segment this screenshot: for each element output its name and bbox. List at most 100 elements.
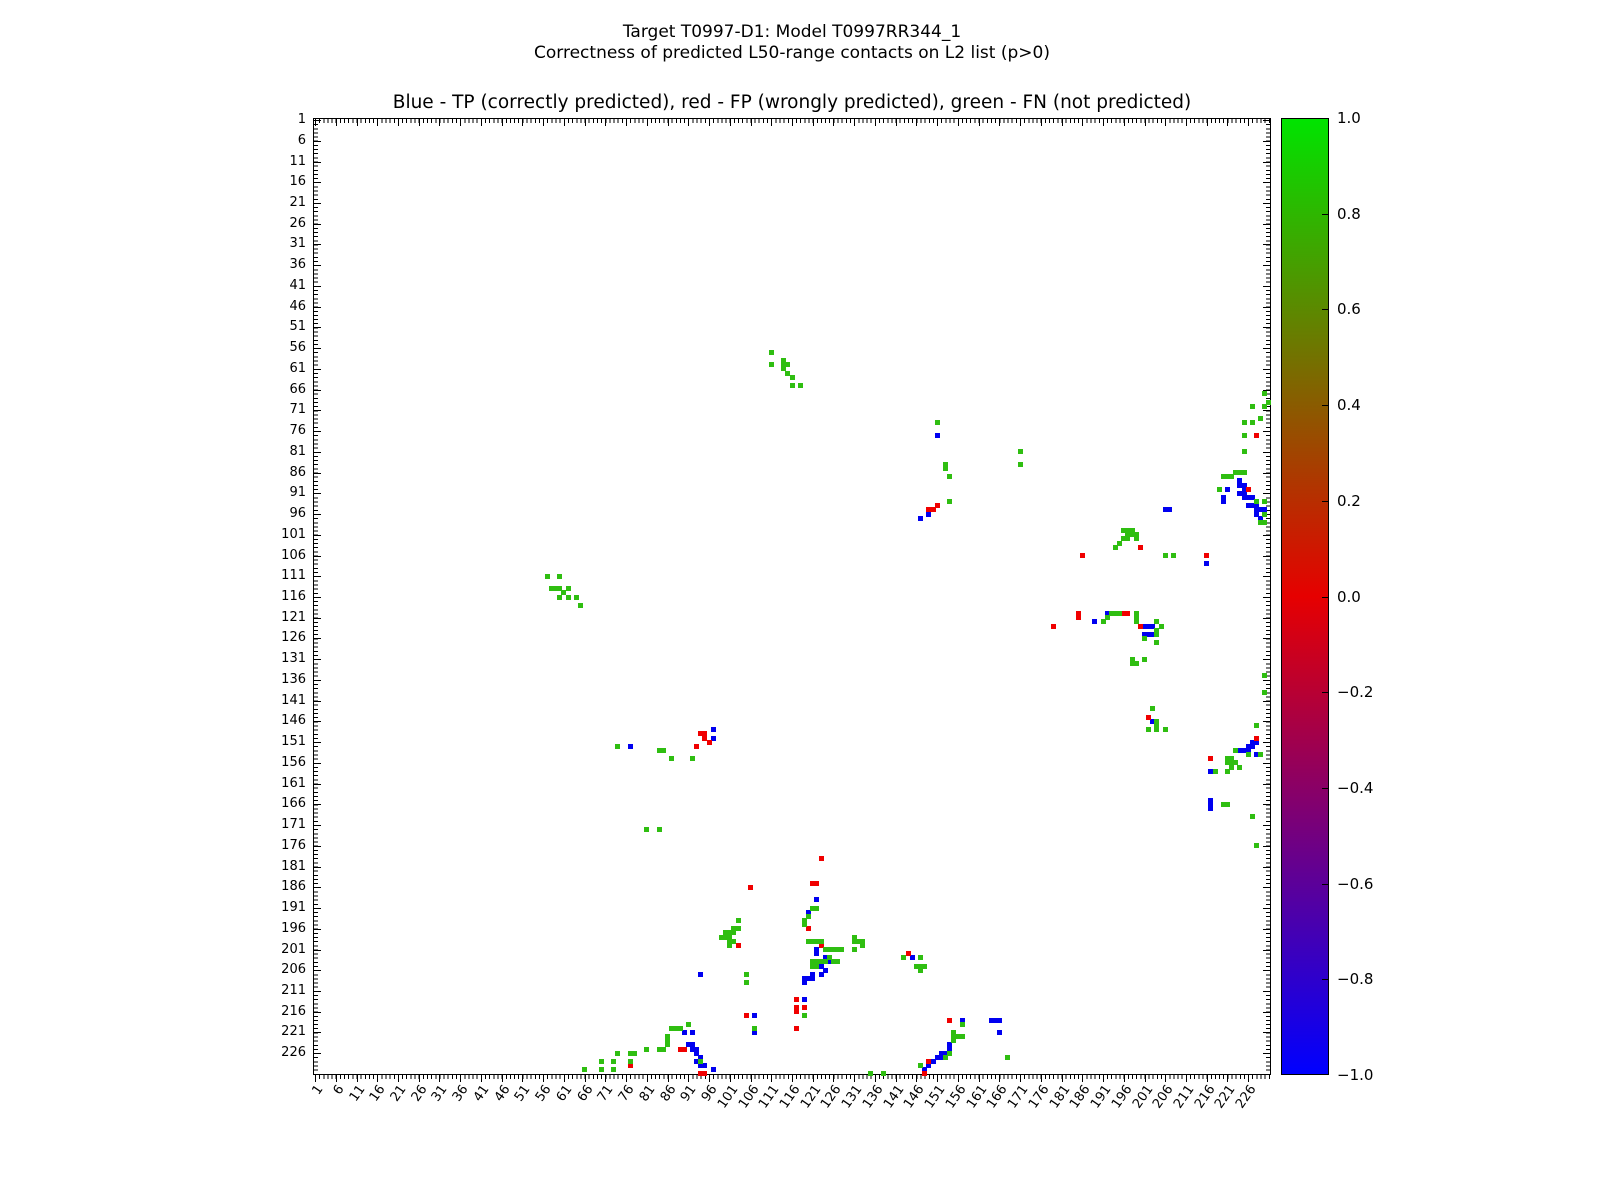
- axis-major-tick: [314, 887, 321, 888]
- axis-major-tick: [336, 1075, 337, 1082]
- contact-point: [1080, 553, 1085, 558]
- y-tick-label: 136: [258, 673, 306, 687]
- axis-major-tick: [937, 1075, 938, 1082]
- contact-point: [1262, 391, 1267, 396]
- contact-point: [943, 1055, 948, 1060]
- axis-major-tick: [1041, 1075, 1042, 1082]
- contact-point: [1254, 723, 1259, 728]
- contact-point: [1154, 632, 1159, 637]
- axis-major-tick: [792, 119, 793, 126]
- contact-point: [1221, 499, 1226, 504]
- axis-major-tick: [1263, 327, 1270, 328]
- colorbar-tick-label: −1.0: [1337, 1067, 1397, 1083]
- y-tick-label: 31: [258, 237, 306, 251]
- contact-point: [1117, 611, 1122, 616]
- axis-major-tick: [1145, 1075, 1146, 1082]
- axis-major-tick: [1020, 119, 1021, 126]
- contact-point: [997, 1030, 1002, 1035]
- contact-point: [1163, 727, 1168, 732]
- axis-major-tick: [1263, 887, 1270, 888]
- contact-point: [632, 1051, 637, 1056]
- y-tick-label: 181: [258, 860, 306, 874]
- axis-major-tick: [314, 1053, 321, 1054]
- contact-point: [615, 1051, 620, 1056]
- contact-point: [814, 951, 819, 956]
- axis-major-tick: [1263, 1053, 1270, 1054]
- contact-point: [1229, 474, 1234, 479]
- axis-major-tick: [502, 1075, 503, 1082]
- contact-point: [785, 362, 790, 367]
- axis-major-tick: [771, 1075, 772, 1082]
- contact-point: [1237, 765, 1242, 770]
- axis-major-tick: [1207, 1075, 1208, 1082]
- contact-point: [802, 997, 807, 1002]
- axis-major-tick: [314, 286, 321, 287]
- axis-major-tick: [1263, 846, 1270, 847]
- axis-major-tick: [605, 119, 606, 126]
- axis-major-tick: [314, 638, 321, 639]
- contact-point: [1101, 619, 1106, 624]
- contact-point: [1262, 499, 1267, 504]
- contact-point: [860, 943, 865, 948]
- contact-point: [1125, 536, 1130, 541]
- y-tick-label: 201: [258, 943, 306, 957]
- axis-major-tick: [314, 390, 321, 391]
- y-tick-label: 111: [258, 569, 306, 583]
- y-tick-label: 206: [258, 963, 306, 977]
- contact-point: [545, 574, 550, 579]
- contact-point: [802, 1013, 807, 1018]
- contact-point: [682, 1047, 687, 1052]
- contact-point: [727, 943, 732, 948]
- y-tick-label: 196: [258, 922, 306, 936]
- y-tick-label: 21: [258, 196, 306, 210]
- colorbar-tick-label: 0.2: [1337, 493, 1397, 509]
- contact-point: [1134, 619, 1139, 624]
- axis-major-tick: [314, 203, 321, 204]
- y-tick-label: 191: [258, 901, 306, 915]
- axis-major-tick: [314, 120, 321, 121]
- axis-major-tick: [730, 119, 731, 126]
- figure-suptitle-line2: Correctness of predicted L50-range conta…: [313, 43, 1271, 63]
- colorbar-tick: [1322, 979, 1328, 980]
- axis-major-tick: [314, 1032, 321, 1033]
- axis-major-tick: [709, 1075, 710, 1082]
- axis-major-tick: [481, 119, 482, 126]
- colorbar-tick: [1322, 597, 1328, 598]
- axis-major-tick: [1263, 638, 1270, 639]
- axis-major-tick: [1263, 784, 1270, 785]
- contact-point: [736, 918, 741, 923]
- axis-major-tick: [314, 431, 321, 432]
- contact-point: [599, 1059, 604, 1064]
- axis-major-tick: [357, 119, 358, 126]
- contact-point: [690, 756, 695, 761]
- contact-point: [1262, 520, 1267, 525]
- colorbar-tick-label: −0.6: [1337, 876, 1397, 892]
- figure: Target T0997-D1: Model T0997RR344_1 Corr…: [0, 0, 1600, 1200]
- contact-point: [769, 350, 774, 355]
- axis-major-tick: [419, 119, 420, 126]
- axis-major-tick: [709, 119, 710, 126]
- axis-major-tick: [585, 119, 586, 126]
- axis-major-tick: [398, 1075, 399, 1082]
- figure-suptitle-line1: Target T0997-D1: Model T0997RR344_1: [313, 22, 1271, 42]
- colorbar-tick-label: 0.4: [1337, 397, 1397, 413]
- y-tick-label: 91: [258, 486, 306, 500]
- contact-point: [1258, 752, 1263, 757]
- y-tick-label: 126: [258, 631, 306, 645]
- axis-major-tick: [314, 597, 321, 598]
- y-tick-label: 51: [258, 320, 306, 334]
- axis-major-tick: [1263, 265, 1270, 266]
- axis-major-tick: [1263, 493, 1270, 494]
- contact-point: [657, 827, 662, 832]
- contact-point: [1217, 487, 1222, 492]
- contact-point: [769, 362, 774, 367]
- axis-major-tick: [1227, 119, 1228, 126]
- axis-major-tick: [543, 1075, 544, 1082]
- axis-major-tick: [314, 162, 321, 163]
- contact-point: [1233, 748, 1238, 753]
- axis-major-tick: [1041, 119, 1042, 126]
- contact-point: [947, 499, 952, 504]
- contact-point: [1005, 1055, 1010, 1060]
- contact-point: [794, 1009, 799, 1014]
- axis-major-tick: [1248, 1075, 1249, 1082]
